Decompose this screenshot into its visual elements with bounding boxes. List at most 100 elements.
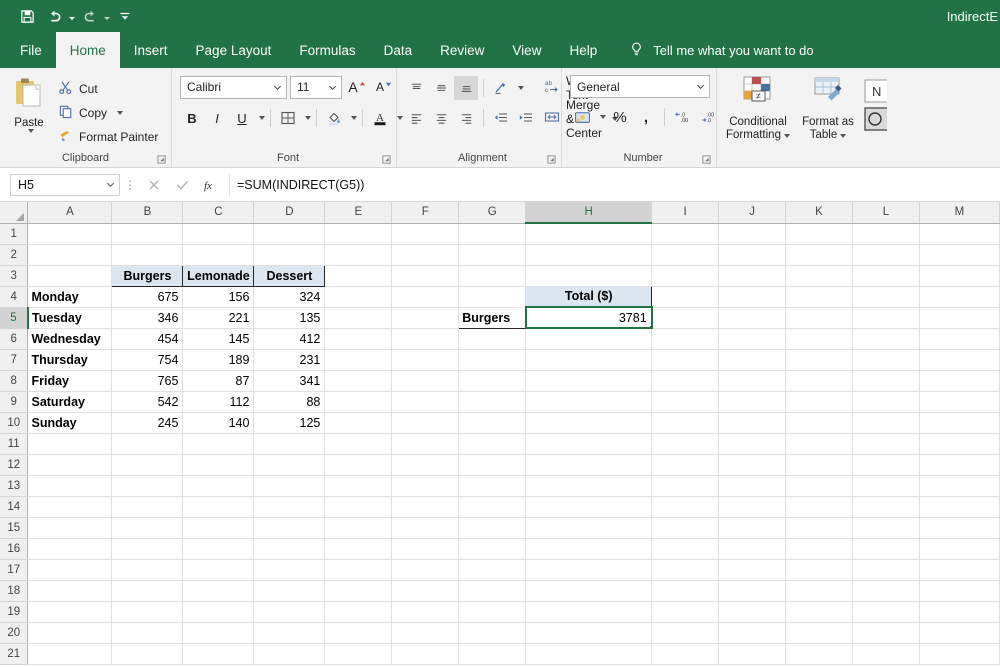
decrease-font-size-button[interactable]: A [372, 75, 396, 99]
conditional-formatting-button[interactable]: ≠ Conditional Formatting [723, 72, 793, 142]
cell-F19[interactable] [391, 601, 460, 623]
cell-J20[interactable] [718, 622, 787, 644]
cell-A1[interactable] [27, 223, 113, 245]
enter-entry-button[interactable] [169, 174, 196, 196]
cell-I21[interactable] [651, 643, 720, 665]
cell-L9[interactable] [852, 391, 920, 413]
cell-B3[interactable]: Burgers [111, 264, 184, 287]
cell-J7[interactable] [718, 349, 787, 371]
cell-H16[interactable] [525, 538, 653, 560]
cell-F1[interactable] [391, 223, 460, 245]
cell-C8[interactable]: 87 [182, 370, 255, 392]
redo-button[interactable] [77, 4, 110, 28]
cell-A10[interactable]: Sunday [27, 412, 113, 434]
cell-H3[interactable] [525, 265, 653, 287]
column-header-c[interactable]: C [182, 202, 255, 224]
row-header-20[interactable]: 20 [0, 622, 29, 644]
cell-J13[interactable] [718, 475, 787, 497]
row-header-8[interactable]: 8 [0, 370, 29, 392]
cell-K3[interactable] [785, 265, 853, 287]
cell-F9[interactable] [391, 391, 460, 413]
cell-F14[interactable] [391, 496, 460, 518]
cell-J21[interactable] [718, 643, 787, 665]
cell-F13[interactable] [391, 475, 460, 497]
tab-file[interactable]: File [6, 32, 56, 68]
cell-K11[interactable] [785, 433, 853, 455]
font-color-button[interactable]: A [368, 106, 392, 130]
cell-E13[interactable] [324, 475, 393, 497]
row-header-18[interactable]: 18 [0, 580, 29, 602]
cell-A5[interactable]: Tuesday [27, 307, 113, 329]
formula-input[interactable]: =SUM(INDIRECT(G5)) [229, 173, 996, 196]
cell-J12[interactable] [718, 454, 787, 476]
cell-D20[interactable] [253, 622, 326, 644]
cell-B5[interactable]: 346 [111, 307, 184, 329]
cell-F17[interactable] [391, 559, 460, 581]
cell-E5[interactable] [324, 307, 393, 329]
cell-F21[interactable] [391, 643, 460, 665]
cell-I14[interactable] [651, 496, 720, 518]
cell-K16[interactable] [785, 538, 853, 560]
orientation-button[interactable] [489, 76, 513, 100]
row-header-6[interactable]: 6 [0, 328, 29, 350]
cell-C14[interactable] [182, 496, 255, 518]
cell-L18[interactable] [852, 580, 920, 602]
alignment-dialog-launcher-icon[interactable] [547, 155, 556, 164]
cell-M2[interactable] [919, 244, 1000, 266]
cell-G15[interactable] [458, 517, 527, 539]
cell-A11[interactable] [27, 433, 113, 455]
cell-B21[interactable] [111, 643, 184, 665]
cell-K17[interactable] [785, 559, 853, 581]
cell-M8[interactable] [919, 370, 1000, 392]
cell-A4[interactable]: Monday [27, 286, 113, 308]
cell-A21[interactable] [27, 643, 113, 665]
font-size-input[interactable]: 11 [290, 75, 342, 99]
font-name-input[interactable]: Calibri [180, 75, 287, 99]
row-header-2[interactable]: 2 [0, 244, 29, 266]
paste-dropdown-arrow[interactable] [28, 129, 34, 133]
cell-F12[interactable] [391, 454, 460, 476]
cell-D1[interactable] [253, 223, 326, 245]
cell-I13[interactable] [651, 475, 720, 497]
cell-A6[interactable]: Wednesday [27, 328, 113, 350]
row-header-1[interactable]: 1 [0, 223, 29, 245]
cell-G6[interactable] [458, 328, 527, 350]
row-header-14[interactable]: 14 [0, 496, 29, 518]
cell-H20[interactable] [525, 622, 653, 644]
cell-B2[interactable] [111, 244, 184, 266]
cell-I9[interactable] [651, 391, 720, 413]
cell-E4[interactable] [324, 286, 393, 308]
row-header-13[interactable]: 13 [0, 475, 29, 497]
cell-E12[interactable] [324, 454, 393, 476]
cell-M5[interactable] [919, 307, 1000, 329]
cell-I6[interactable] [651, 328, 720, 350]
cell-B17[interactable] [111, 559, 184, 581]
cell-I4[interactable] [651, 286, 720, 308]
cell-K2[interactable] [785, 244, 853, 266]
cell-C4[interactable]: 156 [182, 286, 255, 308]
cell-E10[interactable] [324, 412, 393, 434]
cell-I1[interactable] [651, 223, 720, 245]
font-dialog-launcher-icon[interactable] [382, 155, 391, 164]
cell-B1[interactable] [111, 223, 184, 245]
cell-F8[interactable] [391, 370, 460, 392]
cell-E17[interactable] [324, 559, 393, 581]
percent-style-button[interactable]: % [608, 105, 632, 129]
cell-C1[interactable] [182, 223, 255, 245]
cell-B19[interactable] [111, 601, 184, 623]
cell-styles-button[interactable]: N [863, 72, 892, 143]
cell-K12[interactable] [785, 454, 853, 476]
cell-M17[interactable] [919, 559, 1000, 581]
cell-L3[interactable] [852, 265, 920, 287]
decrease-indent-button[interactable] [489, 106, 513, 130]
paste-button[interactable]: Paste [0, 72, 58, 133]
cell-C10[interactable]: 140 [182, 412, 255, 434]
cell-M14[interactable] [919, 496, 1000, 518]
cell-C2[interactable] [182, 244, 255, 266]
cell-A9[interactable]: Saturday [27, 391, 113, 413]
cell-E8[interactable] [324, 370, 393, 392]
cell-B12[interactable] [111, 454, 184, 476]
cell-C3[interactable]: Lemonade [182, 264, 255, 287]
cell-A19[interactable] [27, 601, 113, 623]
accounting-format-dropdown-arrow[interactable] [600, 115, 606, 119]
